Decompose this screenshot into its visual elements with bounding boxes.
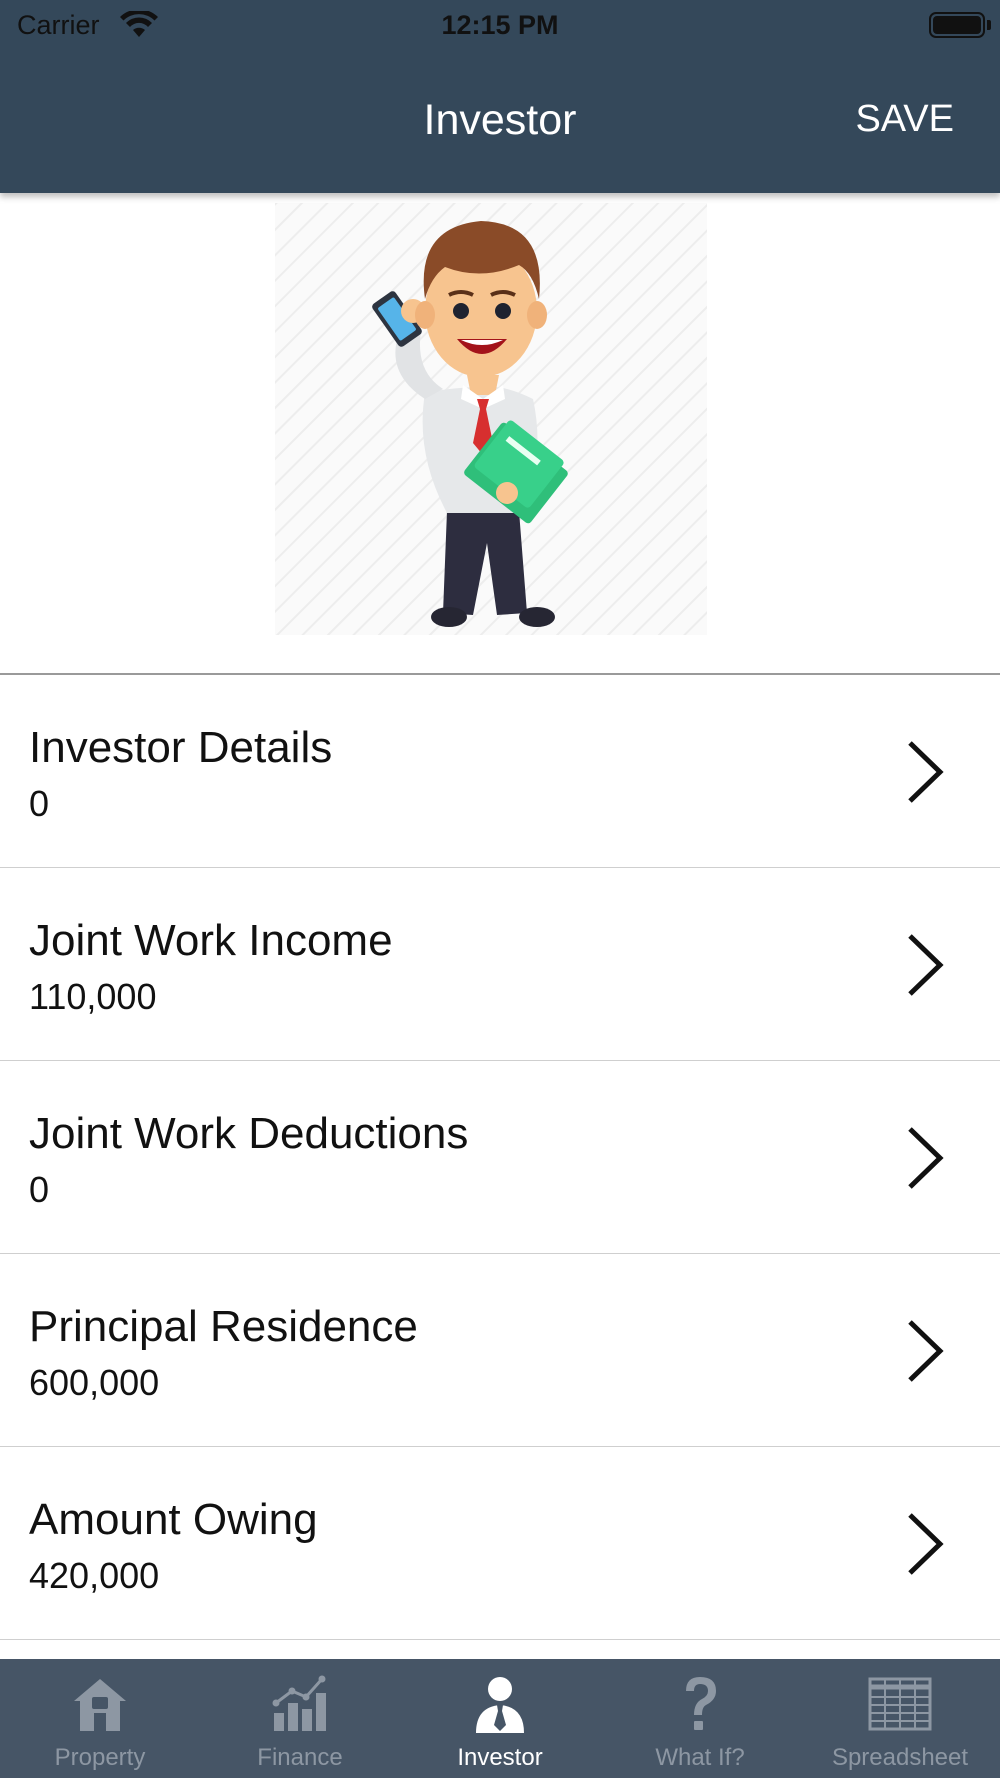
chevron-right-icon <box>908 1127 944 1189</box>
list-item-title: Investor Details <box>29 723 333 772</box>
tab-property[interactable]: Property <box>0 1659 200 1778</box>
list-item-principal-residence[interactable]: Principal Residence 600,000 <box>0 1254 1000 1447</box>
chevron-right-icon <box>908 1320 944 1382</box>
person-tie-icon <box>476 1677 524 1733</box>
tab-label: Investor <box>457 1744 543 1771</box>
spreadsheet-grid-icon <box>868 1677 932 1731</box>
list-item-title: Joint Work Deductions <box>29 1109 469 1158</box>
save-button[interactable]: SAVE <box>855 98 954 141</box>
list-item-joint-work-income[interactable]: Joint Work Income 110,000 <box>0 868 1000 1061</box>
list-item-amount-owing[interactable]: Amount Owing 420,000 <box>0 1447 1000 1640</box>
tab-investor[interactable]: Investor <box>400 1659 600 1778</box>
status-time: 12:15 PM <box>441 10 559 40</box>
status-bar: Carrier 12:15 PM <box>0 0 1000 52</box>
list-item-value: 110,000 <box>29 976 157 1017</box>
tab-label: Finance <box>257 1744 343 1771</box>
chevron-right-icon <box>908 1513 944 1575</box>
tab-label: Property <box>54 1744 146 1771</box>
list-item-title: Joint Work Income <box>29 916 393 965</box>
list-item-investor-details[interactable]: Investor Details 0 <box>0 675 1000 868</box>
tab-finance[interactable]: Finance <box>200 1659 400 1778</box>
tab-bar: Property Finance Investor What If? Sprea… <box>0 1659 1000 1778</box>
list-item-joint-work-deductions[interactable]: Joint Work Deductions 0 <box>0 1061 1000 1254</box>
businessman-illustration <box>275 203 707 635</box>
list-item-title: Amount Owing <box>29 1495 318 1544</box>
list-item-value: 420,000 <box>29 1555 160 1596</box>
investor-settings-list: Investor Details 0 Joint Work Income 110… <box>0 675 1000 1640</box>
question-mark-icon <box>686 1677 716 1730</box>
bar-chart-icon <box>272 1675 326 1731</box>
list-item-value: 600,000 <box>29 1362 160 1403</box>
list-item-value: 0 <box>29 783 50 824</box>
list-item-value: 0 <box>29 1169 50 1210</box>
battery-cap <box>987 20 991 30</box>
investor-avatar-illustration <box>275 203 707 635</box>
chevron-right-icon <box>908 741 944 803</box>
tab-label: What If? <box>655 1744 745 1771</box>
page-title: Investor <box>423 96 577 144</box>
chevron-right-icon <box>908 934 944 996</box>
navigation-header: Carrier 12:15 PM Investor SAVE <box>0 0 1000 193</box>
tab-label: Spreadsheet <box>831 1744 969 1771</box>
list-item-title: Principal Residence <box>29 1302 418 1351</box>
tab-spreadsheet[interactable]: Spreadsheet <box>800 1659 1000 1778</box>
house-icon <box>74 1679 126 1731</box>
tab-what-if[interactable]: What If? <box>600 1659 800 1778</box>
battery-icon <box>929 12 985 38</box>
